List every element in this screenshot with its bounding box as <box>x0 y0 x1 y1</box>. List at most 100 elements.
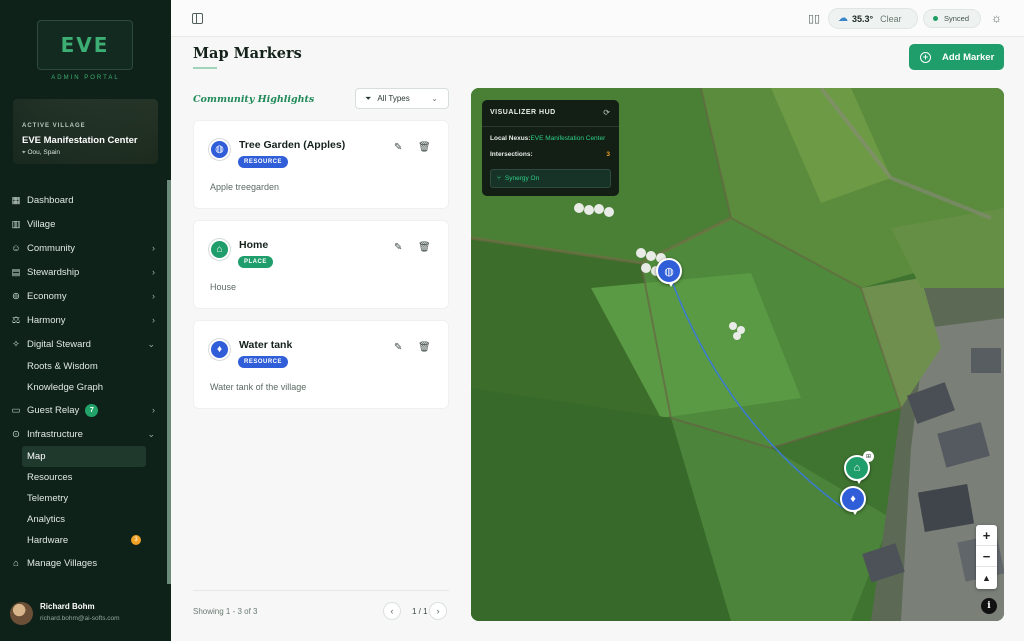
section-title: Community Highlights <box>193 94 315 105</box>
nav-stewardship[interactable]: ▤ Stewardship › <box>0 260 167 284</box>
apple-icon: ◍ <box>664 265 674 278</box>
marker-card[interactable]: ◍ Tree Garden (Apples) RESOURCE Apple tr… <box>193 120 449 209</box>
map-pin-icon: ⊙ <box>12 428 20 440</box>
plus-circle-icon: + <box>920 51 931 63</box>
prev-page-button[interactable]: ‹ <box>383 602 401 620</box>
nav-knowledge-graph[interactable]: Knowledge Graph <box>0 377 167 398</box>
nav-dashboard[interactable]: ▦ Dashboard <box>0 188 167 212</box>
marker-description: Apple treegarden <box>210 182 280 192</box>
temperature: 35.3° <box>852 13 874 24</box>
nav-hardware[interactable]: Hardware 3 <box>0 530 167 551</box>
nav-community[interactable]: ☺ Community › <box>0 236 167 260</box>
weather-widget[interactable]: ☁ 35.3° Clear <box>828 8 918 29</box>
trash-icon[interactable]: 🗑 <box>418 342 431 353</box>
main-nav: ▦ Dashboard ▥ Village ☺ Community › ▤ Steward… <box>0 188 167 575</box>
user-profile[interactable]: Richard Bohm richard.bohm@ai-softs.com <box>0 596 167 641</box>
nav-analytics[interactable]: Analytics <box>0 509 167 530</box>
trash-icon[interactable]: 🗑 <box>418 142 431 153</box>
list-footer: Showing 1 - 3 of 3 ‹ 1 / 1 › <box>193 590 449 630</box>
chevron-down-icon: ⌄ <box>147 429 155 439</box>
building-icon: ▥ <box>11 218 21 230</box>
nav-resources[interactable]: Resources <box>0 467 167 488</box>
marker-title: Tree Garden (Apples) <box>239 139 346 151</box>
marker-type-badge: RESOURCE <box>238 156 289 168</box>
chevron-right-icon: › <box>152 315 155 325</box>
nav-label: Infrastructure <box>27 428 83 440</box>
nav-infrastructure[interactable]: ⊙ Infrastructure ⌄ <box>0 422 167 446</box>
water-drop-icon: ♦ <box>850 493 856 505</box>
zoom-out-button[interactable]: − <box>976 546 997 567</box>
nav-economy[interactable]: ⊚ Economy › <box>0 284 167 308</box>
sidebar-toggle-icon[interactable] <box>192 13 203 24</box>
zoom-in-button[interactable]: + <box>976 525 997 546</box>
avatar <box>10 602 33 625</box>
edit-icon[interactable]: ✎ <box>394 342 402 353</box>
next-page-button[interactable]: › <box>429 602 447 620</box>
chevron-right-icon: › <box>152 291 155 301</box>
sidebar-scroll-track[interactable] <box>167 180 171 584</box>
clipboard-icon: ▤ <box>11 266 21 278</box>
apple-icon: ◍ <box>209 139 230 160</box>
nav-digital-steward[interactable]: ✧ Digital Steward ⌄ <box>0 332 167 356</box>
compass-reset-button[interactable]: ▲ <box>976 567 997 588</box>
nav-label: Harmony <box>27 314 66 326</box>
active-village-location: ⌖ Oou, Spain <box>22 149 60 157</box>
sparkle-icon: ✧ <box>12 338 20 350</box>
theme-toggle-sun-icon[interactable]: ☼ <box>991 11 1002 25</box>
visualizer-hud: VISUALIZER HUD ⟳ Local Nexus:EVE Manifes… <box>482 100 619 196</box>
synergy-toggle-button[interactable]: ⑂ Synergy On <box>490 169 611 188</box>
edit-icon[interactable]: ✎ <box>394 142 402 153</box>
scale-icon: ⚖ <box>11 314 21 326</box>
nav-map[interactable]: Map <box>22 446 146 467</box>
nav-roots-wisdom[interactable]: Roots & Wisdom <box>0 356 167 377</box>
home-icon: ⌂ <box>209 239 230 260</box>
marker-card[interactable]: ♦ Water tank RESOURCE Water tank of the … <box>193 320 449 409</box>
sync-status[interactable]: Synced <box>923 9 981 28</box>
brand-logo[interactable]: EVE <box>37 20 133 70</box>
page-indicator: 1 / 1 <box>412 607 428 616</box>
synergy-label: Synergy On <box>504 175 540 182</box>
sync-dot-icon <box>933 16 938 21</box>
map-pin-water-tank[interactable]: ♦ <box>840 486 866 515</box>
nexus-value: EVE Manifestation Center <box>530 135 606 142</box>
satellite-map[interactable]: VISUALIZER HUD ⟳ Local Nexus:EVE Manifes… <box>471 88 1004 621</box>
location-text: Oou, Spain <box>27 149 61 156</box>
cluster-badge-icon: ⊞ <box>863 451 874 462</box>
active-village-name: EVE Manifestation Center <box>22 135 138 146</box>
hud-nexus: Local Nexus:EVE Manifestation Center <box>490 135 605 142</box>
add-marker-button[interactable]: + Add Marker <box>909 44 1004 70</box>
trash-icon[interactable]: 🗑 <box>418 242 431 253</box>
marker-type-badge: RESOURCE <box>238 356 289 368</box>
add-marker-label: Add Marker <box>942 51 995 63</box>
weather-condition: Clear <box>880 13 902 24</box>
type-filter-select[interactable]: ⏷ All Types ⌄ <box>355 88 449 109</box>
guest-relay-badge: 7 <box>85 403 99 417</box>
active-village-card[interactable]: ACTIVE VILLAGE EVE Manifestation Center … <box>13 99 158 164</box>
chevron-right-icon: › <box>152 405 155 415</box>
nav-manage-villages[interactable]: ⌂ Manage Villages <box>0 551 167 575</box>
map-pin-apple[interactable]: ◍ <box>656 258 682 287</box>
branch-icon: ⑂ <box>497 175 501 182</box>
nav-label: Digital Steward <box>27 338 91 350</box>
user-name: Richard Bohm <box>40 602 95 611</box>
nav-label: Stewardship <box>27 266 80 278</box>
nav-label: Village <box>27 218 56 230</box>
nav-label: Dashboard <box>27 194 74 206</box>
active-village-label: ACTIVE VILLAGE <box>22 123 86 129</box>
book-icon[interactable]: ▯▯ <box>808 12 820 25</box>
nav-telemetry[interactable]: Telemetry <box>0 488 167 509</box>
attribution-info-icon[interactable]: i <box>981 598 997 614</box>
marker-type-badge: PLACE <box>238 256 273 268</box>
refresh-icon[interactable]: ⟳ <box>603 108 610 117</box>
hud-title: VISUALIZER HUD <box>490 109 556 116</box>
marker-card[interactable]: ⌂ Home PLACE House ✎ 🗑 <box>193 220 449 309</box>
nav-village[interactable]: ▥ Village <box>0 212 167 236</box>
nav-label: Guest Relay <box>27 404 80 416</box>
nexus-label: Local Nexus: <box>490 135 531 142</box>
water-drop-icon: ♦ <box>209 339 230 360</box>
nav-guest-relay[interactable]: ▭ Guest Relay 7 › <box>0 398 167 422</box>
nav-label: Community <box>27 242 76 254</box>
edit-icon[interactable]: ✎ <box>394 242 402 253</box>
nav-harmony[interactable]: ⚖ Harmony › <box>0 308 167 332</box>
page-title: Map Markers <box>193 45 302 62</box>
